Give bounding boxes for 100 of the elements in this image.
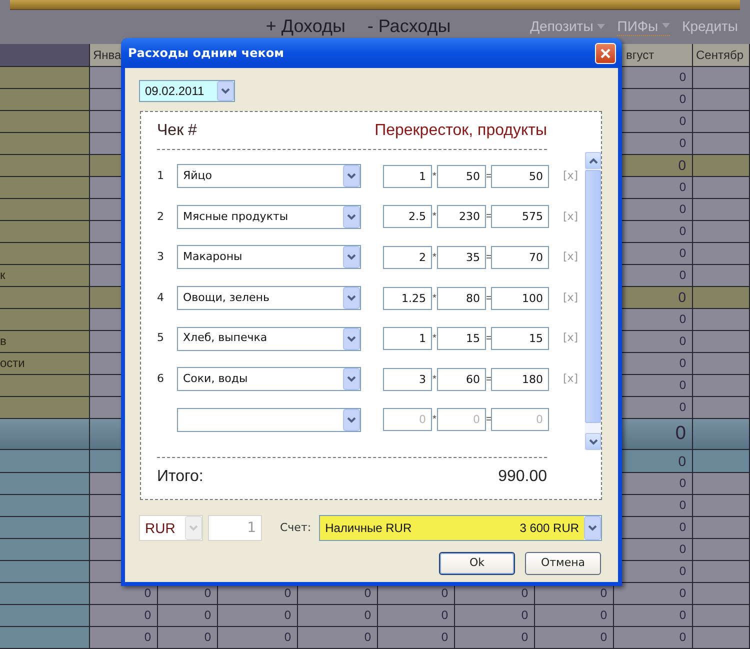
quantity-field[interactable]: 2.5 (383, 205, 432, 228)
table-cell: 0 (614, 605, 693, 627)
quantity-field[interactable]: 2 (383, 246, 432, 269)
row-number: 1 (157, 168, 165, 184)
sum-field[interactable]: 15 (491, 327, 549, 350)
close-icon (600, 48, 611, 58)
total-label: Итого: (157, 466, 204, 486)
table-cell (693, 309, 750, 331)
sum-field[interactable]: 0 (491, 408, 549, 432)
multiply-sign: * (432, 250, 437, 265)
chevron-down-icon (343, 165, 360, 188)
quantity-field[interactable]: 1.25 (383, 286, 432, 310)
date-dropdown[interactable]: 09.02.2011 (139, 80, 235, 102)
table-cell (693, 265, 750, 287)
chevron-down-icon (584, 516, 602, 540)
chevron-down-icon (343, 246, 360, 268)
row-number: 5 (157, 330, 165, 346)
table-cell (693, 287, 750, 309)
quantity-field[interactable]: 0 (383, 408, 432, 432)
dialog-button[interactable]: Ok (439, 552, 515, 575)
table-cell: 0 (455, 627, 535, 649)
table-cell: 0 (298, 627, 378, 649)
quantity-field[interactable]: 1 (383, 327, 432, 350)
sum-field[interactable]: 70 (491, 246, 549, 269)
category-dropdown[interactable]: Хлеб, выпечка (177, 326, 361, 351)
table-cell (693, 67, 750, 89)
table-cell (693, 561, 750, 583)
table-cell (693, 199, 750, 221)
table-cell (693, 419, 750, 450)
receipt-label: Чек # (157, 121, 197, 141)
row-number: 3 (157, 249, 165, 266)
table-cell: 0 (455, 605, 535, 627)
table-cell (693, 605, 750, 627)
price-field[interactable]: 50 (437, 164, 486, 188)
store-name: Перекресток, продукты (374, 121, 547, 141)
chevron-down-icon (343, 287, 360, 310)
dialog-button[interactable]: Отмена (525, 552, 601, 575)
quantity-field[interactable]: 1 (383, 164, 432, 188)
multiply-sign: * (432, 413, 437, 428)
sum-field[interactable]: 50 (491, 164, 549, 188)
table-cell: 0 (614, 583, 693, 605)
price-field[interactable]: 60 (437, 368, 486, 391)
row-number: 6 (157, 371, 165, 388)
chevron-down-icon (588, 438, 598, 444)
multiply-sign: * (432, 292, 437, 306)
category-dropdown[interactable] (177, 408, 361, 432)
table-cell (693, 353, 750, 375)
sum-field[interactable]: 100 (491, 286, 549, 310)
multiply-sign: * (432, 332, 437, 346)
row-label: в (0, 331, 90, 353)
sum-field[interactable]: 180 (491, 368, 549, 391)
price-field[interactable]: 15 (437, 327, 486, 350)
table-cell (693, 495, 750, 517)
table-cell: 0 (90, 627, 158, 649)
table-cell (693, 539, 750, 561)
price-field[interactable]: 230 (437, 205, 486, 228)
nav-link[interactable]: + Доходы (266, 15, 346, 37)
table-cell (693, 583, 750, 605)
chevron-down-icon (343, 206, 360, 228)
category-dropdown[interactable]: Мясные продукты (177, 204, 361, 229)
chevron-down-icon (185, 516, 202, 540)
category-dropdown[interactable]: Соки, воды (177, 367, 361, 392)
multiply-sign: * (432, 210, 437, 224)
total-value: 990.00 (498, 466, 547, 486)
multiply-sign: * (432, 372, 437, 387)
table-cell: 0 (90, 583, 158, 605)
scroll-up-button[interactable] (585, 152, 601, 169)
sum-field[interactable]: 575 (491, 205, 549, 228)
table-cell (693, 177, 750, 199)
category-dropdown[interactable]: Макароны (177, 245, 361, 270)
table-cell: 0 (535, 627, 614, 649)
table-cell (693, 517, 750, 539)
table-cell: 0 (378, 605, 455, 627)
chevron-down-icon (217, 81, 234, 101)
table-cell: 0 (158, 627, 218, 649)
multiply-sign: * (432, 170, 437, 184)
scrollbar[interactable] (585, 152, 601, 450)
nav-link[interactable]: - Расходы (367, 15, 451, 37)
chevron-down-icon (343, 368, 360, 390)
price-field[interactable]: 35 (437, 246, 486, 269)
scrollbar-thumb[interactable] (585, 170, 601, 423)
account-dropdown[interactable]: Наличные RUR 3 600 RUR (319, 515, 602, 541)
scroll-down-button[interactable] (585, 433, 601, 450)
table-cell (693, 243, 750, 265)
quantity-field[interactable]: 3 (383, 368, 432, 391)
table-cell: 0 (614, 627, 693, 649)
table-cell: 0 (298, 605, 378, 627)
category-dropdown[interactable]: Яйцо (177, 164, 361, 188)
table-cell (693, 331, 750, 353)
table-cell (693, 450, 750, 473)
chevron-up-icon (588, 158, 598, 164)
table-cell: 0 (535, 605, 614, 627)
table-cell (693, 89, 750, 111)
table-cell (693, 397, 750, 419)
category-dropdown[interactable]: Овощи, зелень (177, 286, 361, 310)
close-button[interactable] (595, 42, 616, 64)
price-field[interactable]: 80 (437, 286, 486, 310)
price-field[interactable]: 0 (437, 408, 486, 432)
table-cell: 0 (218, 605, 298, 627)
row-label: ости (0, 353, 90, 375)
